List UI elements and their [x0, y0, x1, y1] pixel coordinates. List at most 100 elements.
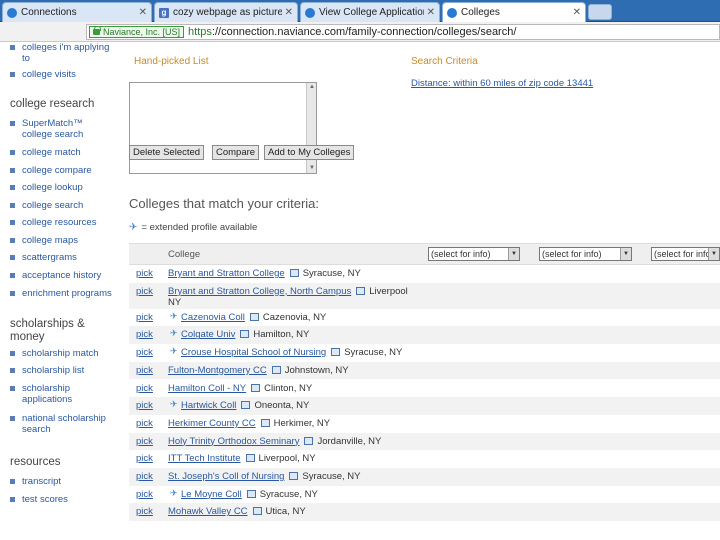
map-icon[interactable]: [289, 472, 299, 480]
dropdown-arrow-icon: ▼: [620, 248, 631, 260]
naviance-favicon-icon: [447, 7, 457, 18]
url-field[interactable]: Naviance, Inc. [US] https://connection.n…: [86, 24, 720, 40]
table-row: pick St. Joseph's Coll of Nursing Syracuse…: [129, 468, 720, 486]
delete-selected-button[interactable]: Delete Selected: [129, 145, 205, 160]
pick-link[interactable]: pick: [136, 365, 153, 376]
college-name-link[interactable]: Bryant and Stratton College, North Campu…: [168, 286, 351, 297]
map-icon[interactable]: [251, 383, 261, 392]
sidebar-link-college-lookup[interactable]: college lookup: [22, 182, 83, 193]
tab-google-search[interactable]: g cozy webpage as picture for ✕: [154, 2, 298, 22]
map-icon[interactable]: [240, 330, 250, 339]
pick-link[interactable]: pick: [136, 347, 153, 358]
table-row: pick ✈ Crouse Hospital School of Nursing Sy…: [129, 344, 720, 362]
pick-link[interactable]: pick: [136, 400, 153, 411]
tab-connections[interactable]: Connections ✕: [2, 2, 152, 22]
sidebar-link-scholarship-list[interactable]: scholarship list: [22, 365, 84, 376]
tab-close-icon[interactable]: ✕: [427, 7, 435, 18]
tab-title: Colleges: [461, 7, 500, 18]
map-icon[interactable]: [252, 507, 262, 516]
sidebar-link-college-visits[interactable]: college visits: [22, 69, 76, 80]
scroll-down-arrow-icon[interactable]: ▼: [309, 165, 315, 171]
extended-profile-star-icon: ✈: [170, 487, 178, 498]
table-row: pick Hamilton Coll - NY Clinton, NY: [129, 380, 720, 398]
sidebar-link-supermatch[interactable]: SuperMatch™ college search: [22, 118, 114, 140]
college-name-link[interactable]: Colgate Univ: [181, 329, 235, 340]
college-name-link[interactable]: Hartwick Coll: [181, 400, 236, 411]
add-to-my-colleges-button[interactable]: Add to My Colleges: [264, 145, 355, 160]
tab-colleges[interactable]: Colleges ✕: [442, 2, 586, 22]
map-icon[interactable]: [245, 454, 255, 463]
college-name-link[interactable]: Herkimer County CC: [168, 418, 256, 429]
sidebar-link-scattergrams[interactable]: scattergrams: [22, 252, 77, 263]
legend-text: = extended profile available: [141, 222, 258, 233]
college-location: Cazenovia, NY: [262, 311, 327, 323]
sidebar-link-college-compare[interactable]: college compare: [22, 165, 92, 176]
pick-link[interactable]: pick: [136, 383, 153, 394]
distance-criteria-link[interactable]: Distance: within 60 miles of zip code 13…: [411, 78, 593, 89]
info-select-1[interactable]: (select for info) ▼: [428, 247, 520, 261]
tab-close-icon[interactable]: ✕: [573, 7, 581, 18]
pick-link[interactable]: pick: [136, 329, 153, 340]
sidebar-link-college-match[interactable]: college match: [22, 147, 81, 158]
info-select-2[interactable]: (select for info) ▼: [539, 247, 632, 261]
sidebar-link-test-scores[interactable]: test scores: [22, 494, 68, 505]
map-icon[interactable]: [260, 418, 270, 427]
info-select-3[interactable]: (select for info) ▼: [651, 247, 720, 261]
sidebar-link-national-scholarship-search[interactable]: national scholarship search: [22, 413, 114, 435]
pick-link[interactable]: pick: [136, 489, 153, 500]
college-name-link[interactable]: Hamilton Coll - NY: [168, 383, 246, 394]
extended-profile-star-icon: ✈: [170, 399, 178, 410]
map-icon[interactable]: [241, 401, 251, 410]
pick-link[interactable]: pick: [136, 286, 153, 297]
sidebar-link-college-search[interactable]: college search: [22, 200, 83, 211]
sidebar-link-acceptance-history[interactable]: acceptance history: [22, 270, 101, 281]
table-row: pick ✈ Cazenovia Coll Cazenovia, NY: [129, 309, 720, 327]
sidebar-heading-resources: resources: [10, 456, 61, 468]
map-icon[interactable]: [249, 312, 259, 321]
sidebar-link-enrichment-programs[interactable]: enrichment programs: [22, 288, 112, 299]
pick-link[interactable]: pick: [136, 312, 153, 323]
sidebar-link-scholarship-match[interactable]: scholarship match: [22, 348, 99, 359]
college-name-link[interactable]: Cazenovia Coll: [181, 312, 245, 323]
college-name-link[interactable]: St. Joseph's Coll of Nursing: [168, 471, 284, 482]
college-name-link[interactable]: Le Moyne Coll: [181, 489, 242, 500]
bullet-icon: [10, 386, 15, 391]
pick-link[interactable]: pick: [136, 268, 153, 279]
map-icon[interactable]: [289, 269, 299, 277]
college-name-link[interactable]: Fulton-Montgomery CC: [168, 365, 267, 376]
new-tab-button[interactable]: [588, 4, 612, 20]
map-icon[interactable]: [356, 286, 366, 295]
college-location: Herkimer, NY: [273, 417, 331, 429]
bullet-icon: [10, 255, 15, 260]
college-name-link[interactable]: Bryant and Stratton College: [168, 268, 285, 279]
college-name-link[interactable]: Mohawk Valley CC: [168, 506, 248, 517]
compare-button[interactable]: Compare: [212, 145, 260, 160]
college-location: Johnstown, NY: [284, 364, 349, 376]
pick-link[interactable]: pick: [136, 453, 153, 464]
sidebar-link-college-resources[interactable]: college resources: [22, 217, 96, 228]
sidebar-link-college-maps[interactable]: college maps: [22, 235, 78, 246]
pick-link[interactable]: pick: [136, 506, 153, 517]
secure-identity-badge[interactable]: Naviance, Inc. [US]: [89, 26, 185, 38]
pick-link[interactable]: pick: [136, 471, 153, 482]
map-icon[interactable]: [304, 436, 314, 445]
college-location: Syracuse, NY: [302, 268, 361, 279]
tab-view-college-applications[interactable]: View College Applications ✕: [300, 2, 440, 22]
map-icon[interactable]: [271, 365, 281, 374]
map-icon[interactable]: [331, 348, 341, 357]
pick-link[interactable]: pick: [136, 436, 153, 447]
secure-identity-label: Naviance, Inc. [US]: [103, 27, 181, 37]
map-icon[interactable]: [246, 489, 256, 498]
sidebar: colleges i'm applying to college visits …: [0, 42, 120, 540]
sidebar-link-transcript[interactable]: transcript: [22, 476, 61, 487]
college-name-link[interactable]: Holy Trinity Orthodox Seminary: [168, 436, 299, 447]
college-name-link[interactable]: Crouse Hospital School of Nursing: [181, 347, 326, 358]
sidebar-link-colleges-applying[interactable]: colleges i'm applying to: [22, 42, 114, 64]
scroll-up-arrow-icon[interactable]: ▲: [309, 84, 315, 90]
pick-link[interactable]: pick: [136, 418, 153, 429]
tab-close-icon[interactable]: ✕: [285, 7, 293, 18]
sidebar-link-scholarship-applications[interactable]: scholarship applications: [22, 383, 92, 405]
college-name-link[interactable]: ITT Tech Institute: [168, 453, 241, 464]
hand-picked-listbox[interactable]: ▲ ▼: [129, 82, 317, 174]
tab-close-icon[interactable]: ✕: [139, 7, 147, 18]
